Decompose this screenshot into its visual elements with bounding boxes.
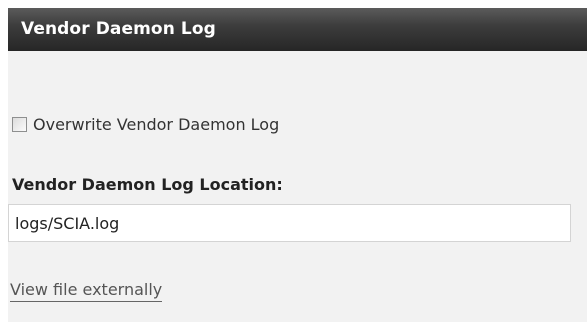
panel-header: Vendor Daemon Log [8,8,587,51]
overwrite-checkbox-label[interactable]: Overwrite Vendor Daemon Log [33,115,279,134]
log-location-label: Vendor Daemon Log Location: [12,175,283,194]
overwrite-checkbox-row[interactable]: Overwrite Vendor Daemon Log [12,112,279,136]
panel-title: Vendor Daemon Log [21,19,216,39]
log-location-input[interactable] [8,204,571,242]
view-file-externally-link[interactable]: View file externally [10,280,163,302]
top-strip [0,0,587,8]
vendor-daemon-log-panel: Vendor Daemon Log Overwrite Vendor Daemo… [0,0,587,322]
overwrite-checkbox[interactable] [12,116,27,132]
left-edge [0,8,8,322]
